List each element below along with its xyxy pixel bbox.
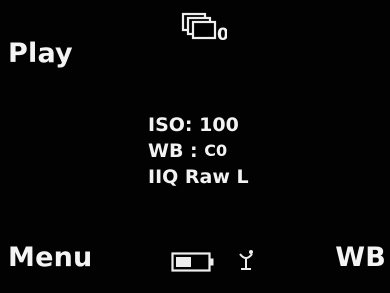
- play-softkey[interactable]: Play: [8, 40, 73, 67]
- capture-settings: ISO: 100 WB : C0 IIQ Raw L: [148, 112, 249, 190]
- wb-label: WB :: [148, 140, 198, 162]
- camera-display: Play 0 ISO: 100 WB : C0 IIQ Raw L Menu W…: [0, 0, 390, 293]
- card-count: 0: [217, 25, 227, 42]
- wb-softkey[interactable]: WB: [335, 244, 386, 271]
- iso-label: ISO:: [148, 114, 193, 136]
- wb-row: WB : C0: [148, 138, 249, 164]
- gps-satellite-icon: [239, 250, 253, 270]
- iso-value: 100: [199, 114, 239, 136]
- battery-icon: [171, 252, 214, 272]
- file-format: IIQ Raw L: [148, 166, 249, 188]
- auto-white-balance-icon: C0: [204, 141, 228, 160]
- memory-cards-icon: 0: [181, 12, 227, 42]
- iso-row: ISO: 100: [148, 112, 249, 138]
- menu-softkey[interactable]: Menu: [8, 244, 92, 271]
